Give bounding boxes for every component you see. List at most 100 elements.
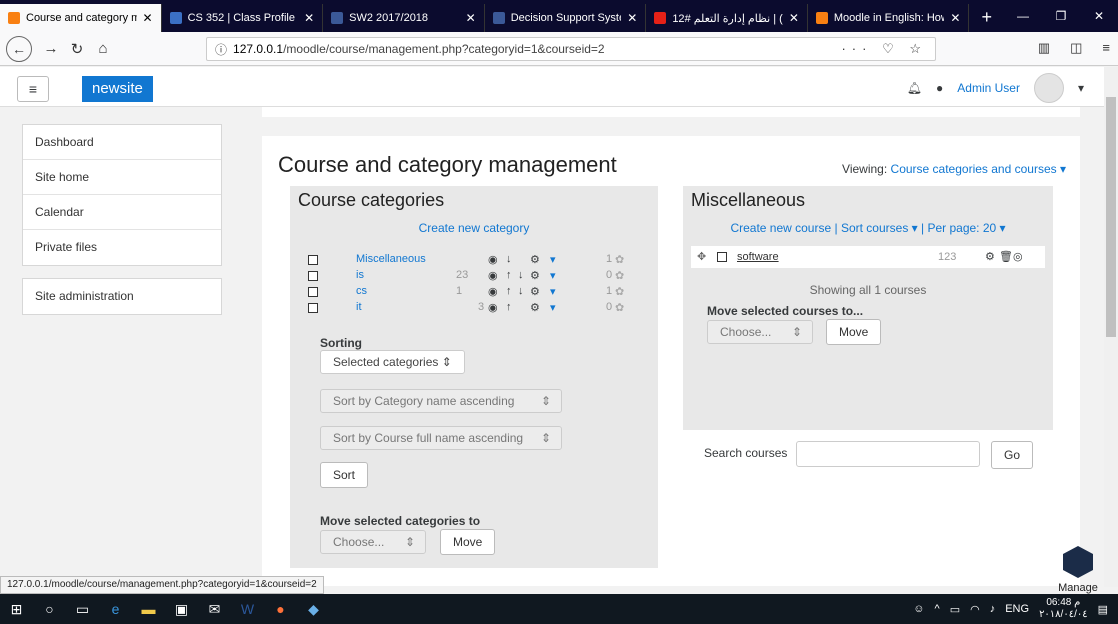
eye-icon[interactable]: ◉ (488, 269, 498, 282)
notification-icon[interactable]: ▤ (1098, 603, 1108, 616)
task-view-icon[interactable]: ▭ (66, 601, 99, 618)
viewing-selector[interactable]: Viewing: Course categories and courses ▾ (842, 162, 1066, 176)
arrow-up-icon[interactable]: ↑ (506, 301, 512, 313)
chevron-down-icon[interactable]: ▾ (550, 253, 556, 266)
wifi-icon[interactable]: ◠ (970, 603, 980, 616)
eye-icon[interactable]: ◉ (488, 285, 498, 298)
clock[interactable]: 06:48 م ٢٠١٨/٠٤/٠٤ (1039, 597, 1088, 621)
manage-widget[interactable]: Manage (1056, 546, 1100, 594)
close-icon[interactable]: ✕ (304, 11, 314, 25)
close-icon[interactable]: ✕ (950, 11, 960, 25)
file-explorer-icon[interactable]: ▬ (132, 601, 165, 617)
close-icon[interactable]: ✕ (627, 11, 637, 25)
sort-courses-link[interactable]: Sort courses (841, 221, 908, 235)
reload-button[interactable]: ↻ (64, 40, 90, 58)
arrow-down-icon[interactable]: ↓ (518, 285, 524, 297)
site-brand[interactable]: newsite (82, 76, 153, 102)
sort-category-select[interactable]: Sort by Category name ascending ⇕ (320, 389, 562, 413)
sidebar-item-site-administration[interactable]: Site administration (23, 279, 221, 314)
sidebar-item-dashboard[interactable]: Dashboard (23, 125, 221, 160)
category-name[interactable]: cs (356, 285, 367, 297)
gear-icon[interactable]: ⚙ (530, 253, 540, 266)
store-icon[interactable]: ▣ (165, 601, 198, 618)
bell-icon[interactable]: 🔔︎ (907, 81, 922, 95)
category-checkbox[interactable] (308, 303, 318, 313)
avatar[interactable] (1033, 73, 1064, 103)
info-icon[interactable]: ⓘ (215, 41, 227, 58)
battery-icon[interactable]: ▭ (950, 603, 960, 616)
language-indicator[interactable]: ENG (1005, 603, 1029, 615)
firefox-icon[interactable]: ● (264, 601, 297, 617)
browser-tab[interactable]: Decision Support System ✕ (485, 4, 647, 32)
sort-button[interactable]: Sort (320, 462, 369, 488)
chevron-up-icon[interactable]: ^ (935, 603, 940, 615)
mail-icon[interactable]: ✉ (198, 601, 231, 618)
browser-tab[interactable]: Moodle in English: How t ✕ (808, 4, 970, 32)
sidebar-item-site-home[interactable]: Site home (23, 160, 221, 195)
arrow-down-icon[interactable]: ↓ (506, 253, 512, 265)
create-course-link[interactable]: Create new course (730, 221, 831, 235)
move-handle-icon[interactable]: ✥ (697, 246, 706, 268)
people-icon[interactable]: ☺ (913, 603, 924, 615)
app-icon[interactable]: ◆ (297, 601, 330, 618)
gear-icon[interactable]: ⚙ (530, 285, 540, 298)
course-checkbox[interactable] (717, 252, 727, 262)
sidebar-icon[interactable]: ◫ (1070, 40, 1082, 56)
page-actions-icon[interactable]: ··· ♡ ☆ (841, 41, 927, 57)
move-courses-button[interactable]: Move (826, 319, 882, 345)
search-icon[interactable]: ○ (33, 601, 66, 617)
eye-slash-icon[interactable]: ◎ (1013, 246, 1023, 268)
gear-icon[interactable]: ⚙ (985, 246, 995, 268)
chevron-down-icon[interactable]: ▾ (550, 301, 556, 314)
move-courses-select[interactable]: Choose... ⇕ (707, 320, 813, 344)
browser-tab[interactable]: SW2 2017/2018 ✕ (323, 4, 485, 32)
move-categories-select[interactable]: Choose... ⇕ (320, 530, 426, 554)
category-checkbox[interactable] (308, 255, 318, 265)
trash-icon[interactable]: 🗑︎ (999, 246, 1013, 268)
home-button[interactable]: ⌂ (90, 40, 116, 57)
sort-scope-select[interactable]: Selected categories ⇕ (320, 350, 465, 374)
menu-icon[interactable]: ≡ (1102, 40, 1110, 56)
browser-tab[interactable]: نظام إدارة التعلم #12 | (e ✕ (646, 4, 808, 32)
close-icon[interactable]: ✕ (466, 11, 476, 25)
sidebar-item-private-files[interactable]: Private files (23, 230, 221, 265)
close-window-icon[interactable]: ✕ (1080, 9, 1118, 23)
category-checkbox[interactable] (308, 271, 318, 281)
eye-icon[interactable]: ◉ (488, 253, 498, 266)
arrow-up-icon[interactable]: ↑ (506, 285, 512, 297)
eye-icon[interactable]: ◉ (488, 301, 498, 314)
search-go-button[interactable]: Go (991, 441, 1034, 469)
message-icon[interactable]: ● (936, 81, 943, 95)
close-icon[interactable]: ✕ (143, 11, 153, 25)
browser-tab[interactable]: Course and category ma ✕ (0, 4, 162, 32)
gear-icon[interactable]: ⚙ (530, 269, 540, 282)
page-scrollbar[interactable] (1104, 67, 1118, 587)
chevron-down-icon[interactable]: ▾ (550, 285, 556, 298)
gear-icon[interactable]: ⚙ (530, 301, 540, 314)
viewing-value[interactable]: Course categories and courses (891, 162, 1057, 176)
move-categories-button[interactable]: Move (440, 529, 496, 555)
per-page-link[interactable]: Per page: 20 (927, 221, 996, 235)
browser-tab[interactable]: CS 352 | Class Profile | Pi ✕ (162, 4, 324, 32)
course-name[interactable]: software (737, 246, 779, 268)
user-name[interactable]: Admin User (957, 81, 1020, 95)
chevron-down-icon[interactable]: ▾ (1078, 81, 1084, 95)
arrow-up-icon[interactable]: ↑ (506, 269, 512, 281)
word-icon[interactable]: W (231, 601, 264, 617)
sidebar-item-calendar[interactable]: Calendar (23, 195, 221, 230)
category-name[interactable]: is (356, 269, 364, 281)
category-checkbox[interactable] (308, 287, 318, 297)
volume-icon[interactable]: ♪ (990, 603, 996, 615)
arrow-down-icon[interactable]: ↓ (518, 269, 524, 281)
search-input[interactable] (796, 441, 980, 467)
new-tab-button[interactable]: + (969, 4, 1004, 32)
windows-start-icon[interactable]: ⊞ (0, 601, 33, 618)
sort-course-select[interactable]: Sort by Course full name ascending ⇕ (320, 426, 562, 450)
edge-icon[interactable]: e (99, 601, 132, 617)
back-button[interactable]: ← (6, 35, 32, 62)
forward-button[interactable]: → (38, 40, 64, 57)
category-name[interactable]: Miscellaneous (356, 253, 426, 265)
maximize-icon[interactable]: ❐ (1042, 9, 1080, 23)
nav-drawer-toggle[interactable]: ≡ (17, 76, 49, 102)
category-name[interactable]: it (356, 301, 362, 313)
